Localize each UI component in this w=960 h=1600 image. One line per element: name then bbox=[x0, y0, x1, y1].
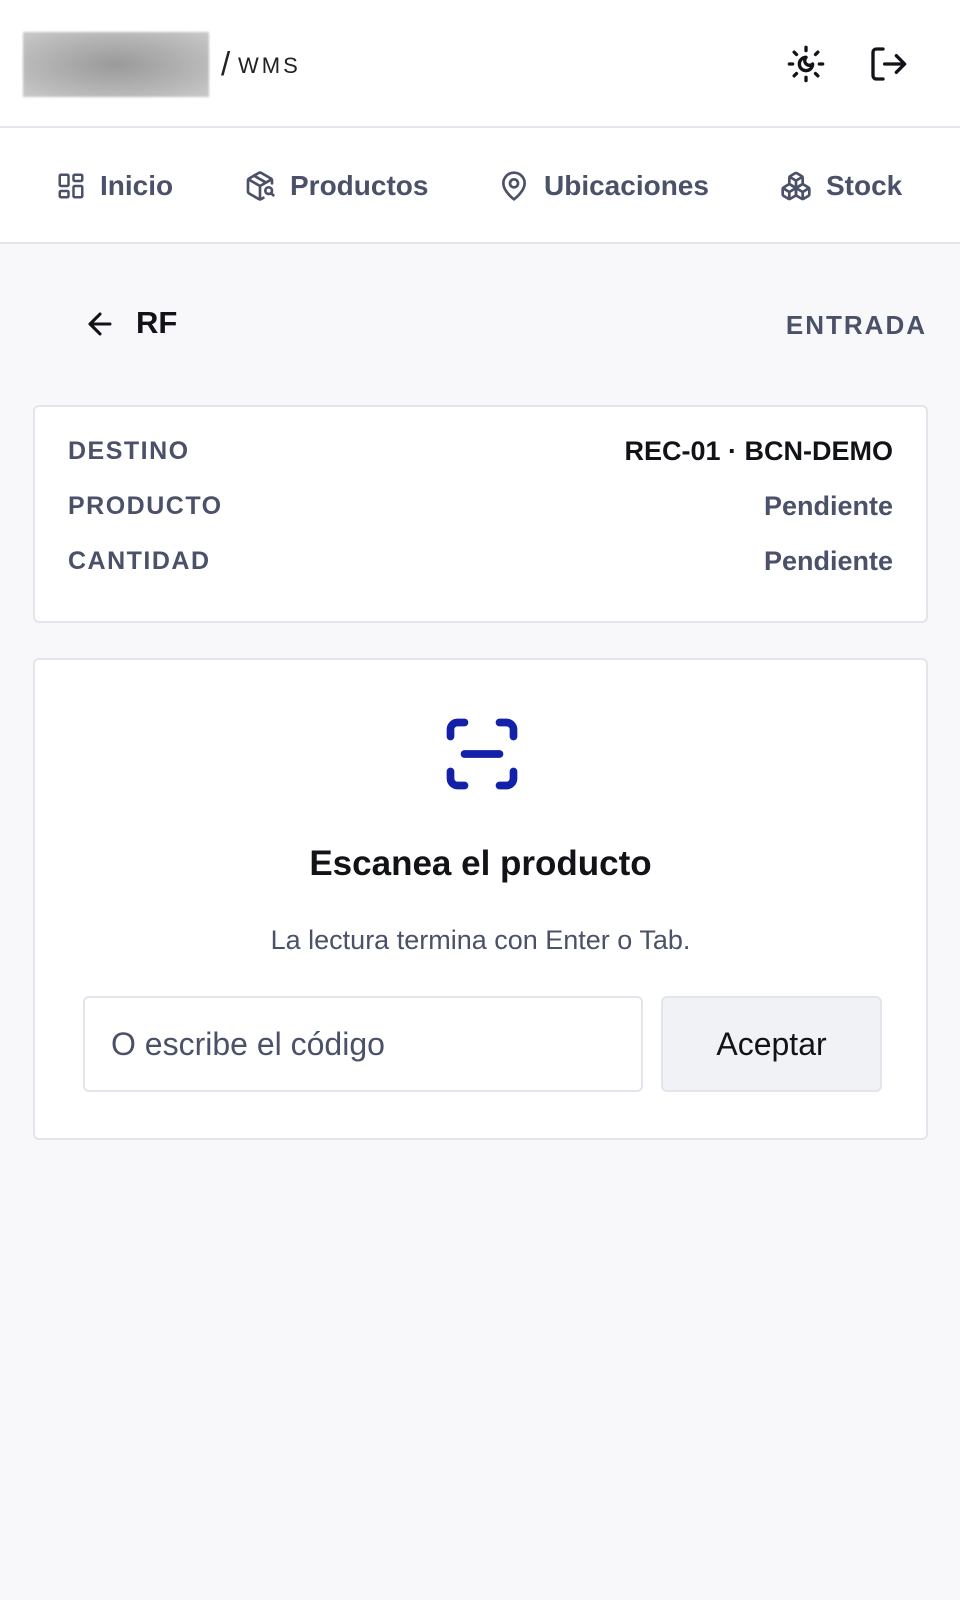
code-input[interactable] bbox=[83, 996, 643, 1092]
summary-value-producto: Pendiente bbox=[763, 491, 893, 521]
logo bbox=[23, 32, 209, 97]
scan-card: Escanea el producto La lectura termina c… bbox=[33, 658, 928, 1140]
dashboard-icon bbox=[58, 173, 84, 199]
mode-label: ENTRADA bbox=[785, 310, 927, 340]
scan-hint: La lectura termina con Enter o Tab. bbox=[270, 925, 691, 955]
summary-value-cantidad: Pendiente bbox=[763, 546, 893, 576]
nav-item-productos[interactable]: Productos bbox=[244, 164, 428, 208]
back-button[interactable] bbox=[80, 304, 120, 344]
logout-icon bbox=[871, 47, 907, 81]
scan-icon bbox=[446, 718, 518, 790]
accept-button[interactable]: Aceptar bbox=[661, 996, 882, 1092]
arrow-left-icon bbox=[88, 312, 112, 336]
nav-item-ubicaciones[interactable]: Ubicaciones bbox=[498, 164, 709, 208]
boxes-icon bbox=[781, 171, 811, 201]
nav-item-label: Stock bbox=[826, 170, 903, 201]
summary-key-destino: DESTINO bbox=[68, 437, 190, 465]
brand-separator: / bbox=[221, 45, 231, 82]
summary-key-cantidad: CANTIDAD bbox=[68, 547, 211, 575]
summary-key-producto: PRODUCTO bbox=[68, 492, 223, 520]
theme-toggle-button[interactable] bbox=[784, 42, 828, 86]
nav-item-label: Inicio bbox=[100, 170, 174, 201]
summary-value-destino: REC-01 · BCN-DEMO bbox=[624, 436, 893, 466]
map-pin-icon bbox=[502, 171, 526, 201]
package-search-icon bbox=[246, 171, 275, 201]
scan-title: Escanea el producto bbox=[309, 844, 652, 883]
sun-moon-icon bbox=[787, 45, 825, 83]
nav-item-label: Productos bbox=[290, 170, 429, 201]
page-title: RF bbox=[136, 305, 178, 340]
app-header: / WMS bbox=[0, 0, 960, 128]
logout-button[interactable] bbox=[866, 42, 910, 86]
brand-name: WMS bbox=[238, 53, 301, 78]
nav-item-label: Ubicaciones bbox=[544, 170, 709, 201]
summary-card: DESTINO REC-01 · BCN-DEMO PRODUCTO Pendi… bbox=[33, 405, 928, 623]
main-nav: Inicio Productos Ubicaciones Stock bbox=[0, 128, 960, 244]
nav-item-stock[interactable]: Stock bbox=[780, 164, 902, 208]
nav-item-inicio[interactable]: Inicio bbox=[56, 164, 173, 208]
